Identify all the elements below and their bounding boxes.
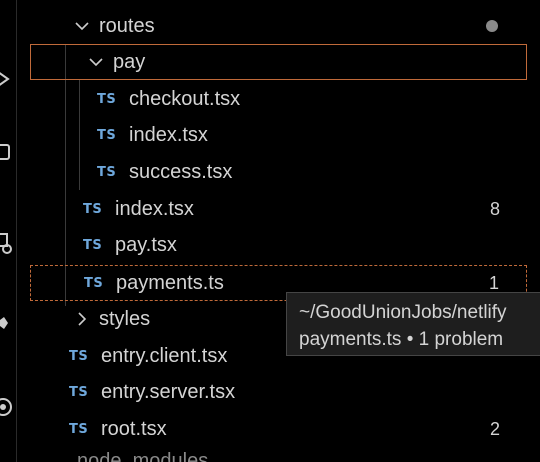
- folder-label: pay: [113, 50, 146, 73]
- folder-routes[interactable]: routes: [17, 8, 540, 44]
- modified-dot: [486, 20, 498, 32]
- file-success[interactable]: TS success.tsx: [17, 154, 540, 190]
- hover-tooltip: ~/GoodUnionJobs/netlify payments.ts • 1 …: [286, 292, 540, 356]
- explorer-panel: routes pay TS checkout.tsx TS index.tsx …: [0, 0, 540, 462]
- activity-bar: [0, 0, 16, 462]
- run-debug-icon[interactable]: [0, 68, 14, 90]
- file-label: pay.tsx: [115, 233, 177, 256]
- typescript-icon: TS: [69, 384, 89, 400]
- folder-node-modules[interactable]: node_modules: [77, 450, 208, 462]
- folder-pay[interactable]: pay: [30, 44, 527, 80]
- git-icon[interactable]: [0, 312, 14, 334]
- tooltip-path: ~/GoodUnionJobs/netlify: [299, 302, 507, 323]
- typescript-icon: TS: [83, 237, 103, 253]
- remote-explorer-icon[interactable]: [0, 232, 14, 254]
- chevron-down-icon: [87, 53, 105, 71]
- tooltip-summary: payments.ts • 1 problem: [299, 329, 504, 350]
- problem-count-badge: 2: [489, 418, 500, 439]
- typescript-icon: TS: [83, 201, 103, 217]
- file-pay-index[interactable]: TS index.tsx: [17, 117, 540, 153]
- problem-count-badge: 8: [489, 198, 500, 219]
- typescript-icon: TS: [69, 421, 89, 437]
- folder-label: styles: [99, 307, 151, 330]
- file-label: root.tsx: [101, 417, 167, 440]
- file-routes-index[interactable]: TS index.tsx 8: [17, 191, 540, 227]
- problem-count-badge: 1: [488, 272, 499, 293]
- chevron-down-icon: [73, 17, 91, 35]
- file-entry-server[interactable]: TS entry.server.tsx: [17, 374, 540, 410]
- typescript-icon: TS: [69, 348, 89, 364]
- file-tree: routes pay TS checkout.tsx TS index.tsx …: [17, 0, 540, 462]
- typescript-icon: TS: [84, 275, 104, 291]
- file-checkout[interactable]: TS checkout.tsx: [17, 81, 540, 117]
- chevron-right-icon: [73, 310, 91, 328]
- folder-label: routes: [99, 14, 155, 37]
- typescript-icon: TS: [97, 91, 117, 107]
- typescript-icon: TS: [97, 127, 117, 143]
- file-pay-tsx[interactable]: TS pay.tsx: [17, 227, 540, 263]
- file-label: entry.client.tsx: [101, 344, 228, 367]
- file-label: success.tsx: [129, 160, 233, 183]
- typescript-icon: TS: [97, 164, 117, 180]
- extensions-icon[interactable]: [0, 142, 14, 164]
- file-label: payments.ts: [116, 271, 224, 294]
- github-icon[interactable]: [0, 396, 14, 418]
- file-label: index.tsx: [115, 197, 194, 220]
- file-label: index.tsx: [129, 123, 208, 146]
- file-root[interactable]: TS root.tsx 2: [17, 411, 540, 447]
- file-label: entry.server.tsx: [101, 380, 236, 403]
- file-label: checkout.tsx: [129, 87, 241, 110]
